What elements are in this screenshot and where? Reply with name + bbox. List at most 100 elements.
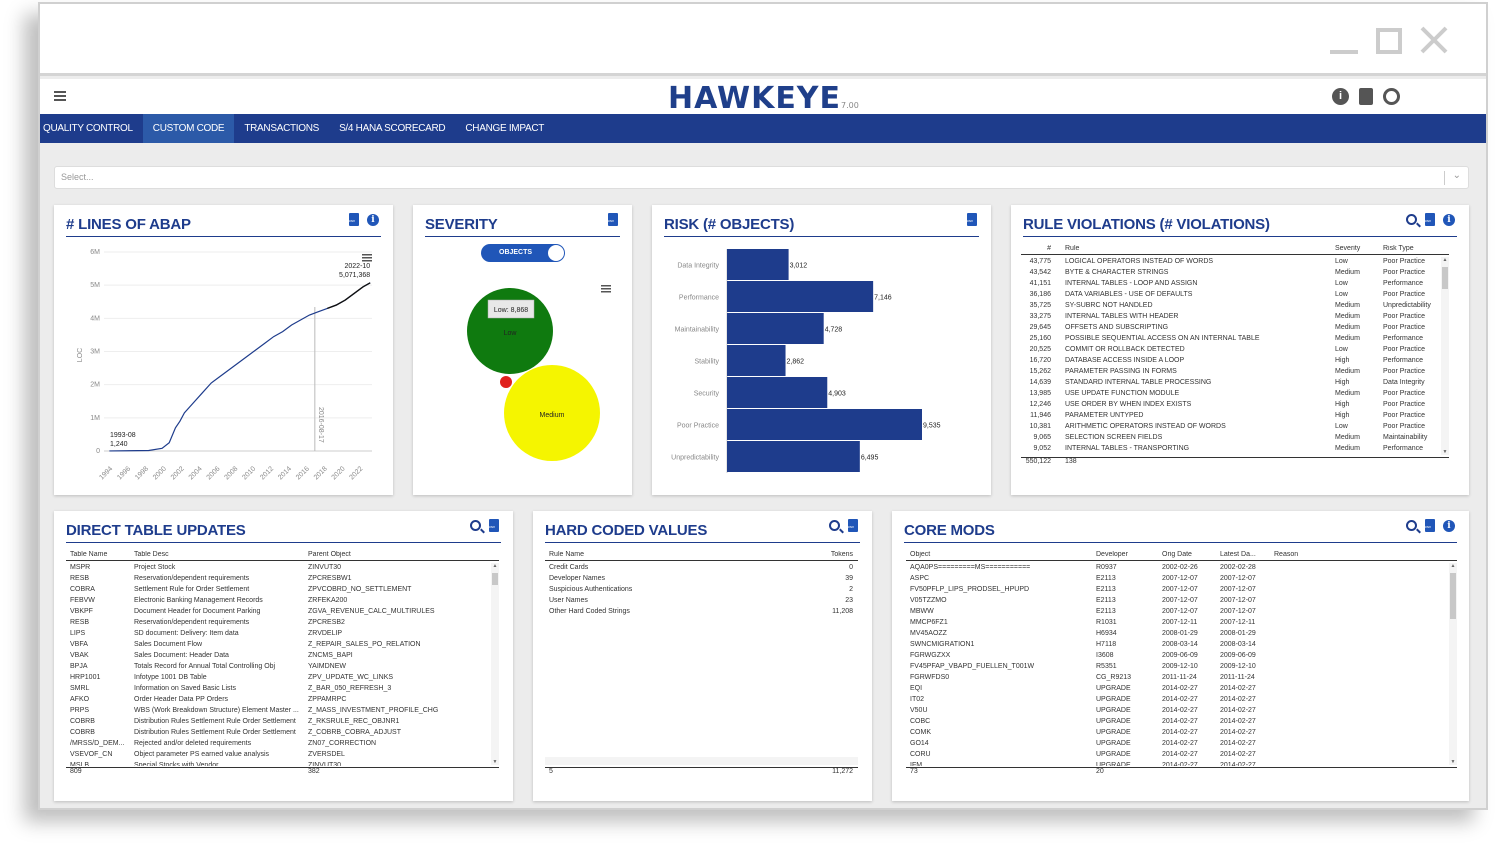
table-row[interactable]: Credit Cards 0 xyxy=(545,562,858,573)
column-header[interactable]: Severity xyxy=(1335,245,1375,252)
table-row[interactable]: 11,946 PARAMETER UNTYPED High Poor Practice xyxy=(1021,410,1449,421)
table-row[interactable]: PRPS WBS (Work Breakdown Structure) Eleme… xyxy=(66,705,499,716)
table-row[interactable]: COBRB Distribution Rules Settlement Rule … xyxy=(66,727,499,738)
table-row[interactable]: AFKO Order Header Data PP Orders ZPPAMRPC xyxy=(66,694,499,705)
tab-custom-code[interactable]: CUSTOM CODE xyxy=(142,114,235,143)
column-header[interactable]: Developer xyxy=(1096,551,1156,558)
table-row[interactable]: 25,160 POSSIBLE SEQUENTIAL ACCESS ON AN I… xyxy=(1021,333,1449,344)
table-row[interactable]: FV45PFAP_VBAPD_FUELLEN_T001W R5351 2009-12… xyxy=(906,661,1457,672)
table-row[interactable]: FEBVW Electronic Banking Management Recor… xyxy=(66,595,499,606)
table-row[interactable]: MV45AOZZ H6934 2008-01-29 2008-01-29 xyxy=(906,628,1457,639)
table-row[interactable]: RESB Reservation/dependent requirements ZP… xyxy=(66,573,499,584)
table-row[interactable]: 33,275 INTERNAL TABLES WITH HEADER Medium P… xyxy=(1021,311,1449,322)
table-row[interactable]: 12,246 USE ORDER BY WHEN INDEX EXISTS High… xyxy=(1021,399,1449,410)
table-row[interactable]: VSEVOF_CN Object parameter PS earned valu… xyxy=(66,749,499,760)
csv-download-icon[interactable] xyxy=(1425,213,1435,226)
table-row[interactable]: 35,725 SY-SUBRC NOT HANDLED Medium Unpredic… xyxy=(1021,300,1449,311)
table-row[interactable]: 43,775 LOGICAL OPERATORS INSTEAD OF WORDS… xyxy=(1021,256,1449,267)
minimize-icon[interactable] xyxy=(1330,26,1358,54)
scrollbar-thumb[interactable] xyxy=(1442,267,1448,289)
scroll-down-icon[interactable]: ▼ xyxy=(1441,449,1449,455)
tab-quality-control[interactable]: QUALITY CONTROL xyxy=(40,114,143,143)
table-row[interactable]: COMK UPGRADE 2014-02-27 2014-02-27 xyxy=(906,727,1457,738)
search-icon[interactable] xyxy=(470,520,481,531)
table-row[interactable]: EQI UPGRADE 2014-02-27 2014-02-27 xyxy=(906,683,1457,694)
table-row[interactable]: MSLB Special Stocks with Vendor ZINVUT30 xyxy=(66,760,499,766)
table-row[interactable]: MMCP6FZ1 R1031 2007-12-11 2007-12-11 xyxy=(906,617,1457,628)
column-header[interactable]: Rule xyxy=(1065,245,1325,252)
table-row[interactable]: SWNCMIGRATION1 H7118 2008-03-14 2008-03-14 xyxy=(906,639,1457,650)
table-row[interactable]: IFM UPGRADE 2014-02-27 2014-02-27 xyxy=(906,760,1457,766)
column-header[interactable]: Latest Da... xyxy=(1220,551,1270,558)
table-row[interactable]: User Names 23 xyxy=(545,595,858,606)
maximize-icon[interactable] xyxy=(1376,28,1402,54)
scroll-up-icon[interactable]: ▲ xyxy=(1449,563,1457,569)
table-row[interactable]: 9,065 SELECTION SCREEN FIELDS Medium Mainta… xyxy=(1021,432,1449,443)
table-row[interactable]: LIPS SD document: Delivery: Item data ZRVD… xyxy=(66,628,499,639)
table-row[interactable]: AQA0PS=========MS=========== R0937 2002-02… xyxy=(906,562,1457,573)
table-row[interactable]: 20,525 COMMIT OR ROLLBACK DETECTED Low Poor… xyxy=(1021,344,1449,355)
column-header[interactable]: Object xyxy=(910,551,1090,558)
hamburger-menu-icon[interactable] xyxy=(54,91,66,101)
table-row[interactable]: COBRB Distribution Rules Settlement Rule … xyxy=(66,716,499,727)
table-row[interactable]: RESB Reservation/dependent requirements ZP… xyxy=(66,617,499,628)
info-icon[interactable]: i xyxy=(1332,88,1349,105)
vertical-scrollbar[interactable]: ▲ ▼ xyxy=(1449,563,1457,765)
vertical-scrollbar[interactable]: ▲ ▼ xyxy=(491,563,499,765)
table-row[interactable]: SMRL Information on Saved Basic Lists Z_BA… xyxy=(66,683,499,694)
table-row[interactable]: COBRA Settlement Rule for Order Settlemen… xyxy=(66,584,499,595)
scroll-down-icon[interactable]: ▼ xyxy=(491,759,499,765)
csv-download-icon[interactable] xyxy=(489,519,499,532)
table-row[interactable]: VBFA Sales Document Flow Z_REPAIR_SALES_PO… xyxy=(66,639,499,650)
table-row[interactable]: MSPR Project Stock ZINVUT30 xyxy=(66,562,499,573)
vertical-scrollbar[interactable]: ▲ ▼ xyxy=(1441,257,1449,455)
column-header[interactable]: Parent Object xyxy=(308,551,488,558)
csv-download-icon[interactable] xyxy=(848,519,858,532)
table-row[interactable]: CORU UPGRADE 2014-02-27 2014-02-27 xyxy=(906,749,1457,760)
table-row[interactable]: 15,262 PARAMETER PASSING IN FORMS Medium Po… xyxy=(1021,366,1449,377)
column-header[interactable]: Risk Type xyxy=(1383,245,1443,252)
table-row[interactable]: FGRWFDS0 CG_R9213 2011-11-24 2011-11-24 xyxy=(906,672,1457,683)
table-row[interactable]: 13,985 USE UPDATE FUNCTION MODULE Medium Po… xyxy=(1021,388,1449,399)
table-row[interactable]: Suspicious Authentications 2 xyxy=(545,584,858,595)
table-row[interactable]: 14,639 STANDARD INTERNAL TABLE PROCESSING… xyxy=(1021,377,1449,388)
table-row[interactable]: VBAK Sales Document: Header Data ZNCMS_BAP… xyxy=(66,650,499,661)
column-header[interactable]: Reason xyxy=(1274,551,1334,558)
csv-download-icon[interactable] xyxy=(1425,519,1435,532)
table-row[interactable]: V05TZZMO E2113 2007-12-07 2007-12-07 xyxy=(906,595,1457,606)
table-row[interactable]: MBWW E2113 2007-12-07 2007-12-07 xyxy=(906,606,1457,617)
table-row[interactable]: BPJA Totals Record for Annual Total Contr… xyxy=(66,661,499,672)
column-header[interactable]: Table Name xyxy=(70,551,130,558)
table-row[interactable]: Other Hard Coded Strings 11,208 xyxy=(545,606,858,617)
column-header[interactable]: Tokens xyxy=(785,551,853,558)
search-icon[interactable] xyxy=(829,520,840,531)
scrollbar-thumb[interactable] xyxy=(1450,573,1456,619)
table-row[interactable]: VBKPF Document Header for Document Parkin… xyxy=(66,606,499,617)
table-row[interactable]: FGRWGZXX I3608 2009-06-09 2009-06-09 xyxy=(906,650,1457,661)
table-row[interactable]: 29,645 OFFSETS AND SUBSCRIPTING Medium Poor… xyxy=(1021,322,1449,333)
table-row[interactable]: 43,542 BYTE & CHARACTER STRINGS Medium Poor… xyxy=(1021,267,1449,278)
table-row[interactable]: 9,052 INTERNAL TABLES - TRANSPORTING Mediu… xyxy=(1021,443,1449,454)
search-icon[interactable] xyxy=(1406,214,1417,225)
table-row[interactable]: 8,268 NESTED LOOP Medium Performance xyxy=(1021,454,1449,456)
horizontal-scrollbar[interactable] xyxy=(545,757,858,765)
scroll-up-icon[interactable]: ▲ xyxy=(1441,257,1449,263)
scrollbar-thumb[interactable] xyxy=(492,573,498,585)
table-row[interactable]: 10,381 ARITHMETIC OPERATORS INSTEAD OF WO… xyxy=(1021,421,1449,432)
scroll-down-icon[interactable]: ▼ xyxy=(1449,759,1457,765)
table-row[interactable]: IT02 UPGRADE 2014-02-27 2014-02-27 xyxy=(906,694,1457,705)
scroll-up-icon[interactable]: ▲ xyxy=(491,563,499,569)
search-icon[interactable] xyxy=(1406,520,1417,531)
book-icon[interactable] xyxy=(1359,88,1373,105)
info-icon[interactable]: i xyxy=(1443,519,1455,532)
table-row[interactable]: GO14 UPGRADE 2014-02-27 2014-02-27 xyxy=(906,738,1457,749)
table-row[interactable]: Developer Names 39 xyxy=(545,573,858,584)
table-row[interactable]: ASPC E2113 2007-12-07 2007-12-07 xyxy=(906,573,1457,584)
column-header[interactable]: Table Desc xyxy=(134,551,304,558)
table-row[interactable]: FV50PFLP_LIPS_PRODSEL_HPUPD E2113 2007-12-… xyxy=(906,584,1457,595)
table-row[interactable]: 41,151 INTERNAL TABLES - LOOP AND ASSIGN L… xyxy=(1021,278,1449,289)
filter-select[interactable]: Select... ⌄ xyxy=(54,166,1469,189)
tab-transactions[interactable]: TRANSACTIONS xyxy=(234,114,329,143)
info-icon[interactable]: i xyxy=(1443,213,1455,226)
tab-s-4-hana-scorecard[interactable]: S/4 HANA SCORECARD xyxy=(329,114,455,143)
